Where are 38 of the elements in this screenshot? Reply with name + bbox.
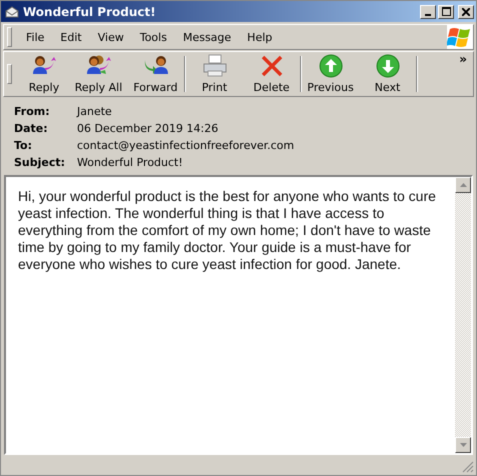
toolbar-button[interactable]: Reply bbox=[18, 52, 70, 96]
minimize-icon bbox=[425, 14, 431, 16]
menu-item[interactable]: View bbox=[90, 30, 132, 44]
menu-item[interactable]: File bbox=[18, 30, 52, 44]
header-label: To: bbox=[14, 139, 33, 152]
header-label: From: bbox=[14, 105, 51, 118]
maximize-icon bbox=[442, 7, 450, 16]
up-triangle-icon bbox=[460, 183, 466, 187]
minimize-button[interactable] bbox=[420, 4, 436, 18]
message-body: Hi, your wonderful product is the best for anyone who wants to cure yeast infection. The wonderful thing is that I have access to everything from the comfort of my own home; I don't have to waste time by going to my family doctor. Your guide is a must-have for everyone who wishes to cure yeast infection for good. Janete. bbox=[17, 187, 437, 274]
menu-item[interactable]: Help bbox=[239, 30, 280, 44]
scrollbar[interactable] bbox=[455, 177, 471, 453]
toolbar-button[interactable]: Reply All bbox=[70, 52, 127, 96]
scroll-down-button[interactable] bbox=[455, 437, 471, 453]
maximize-button[interactable] bbox=[438, 4, 454, 18]
scroll-up-button[interactable] bbox=[455, 177, 471, 193]
header-label: Subject: bbox=[14, 156, 66, 169]
close-button[interactable] bbox=[458, 4, 474, 18]
resize-grip-icon bbox=[462, 461, 474, 473]
toolbar-button[interactable]: Print bbox=[186, 52, 243, 96]
header-value: Janete bbox=[77, 105, 113, 118]
toolbar-button[interactable]: Next bbox=[359, 52, 416, 96]
header-value: contact@yeastinfectionfreeforever.com bbox=[77, 139, 296, 152]
menu-item[interactable]: Tools bbox=[132, 30, 175, 44]
close-icon bbox=[462, 8, 470, 16]
menu-item[interactable]: Message bbox=[174, 30, 240, 44]
header-label: Date: bbox=[14, 122, 49, 135]
header-value: 06 December 2019 14:26 bbox=[77, 122, 220, 135]
toolbar-button[interactable]: Previous bbox=[302, 52, 359, 96]
down-triangle-icon bbox=[460, 443, 466, 447]
printer-icon bbox=[202, 54, 228, 78]
header-value: Wonderful Product! bbox=[77, 156, 184, 169]
menu-item[interactable]: Edit bbox=[52, 30, 90, 44]
envelope-icon bbox=[5, 6, 19, 18]
toolbar-button[interactable]: Delete bbox=[243, 52, 300, 96]
more-button[interactable]: » bbox=[459, 52, 467, 66]
window-title: Wonderful Product! bbox=[23, 4, 157, 18]
toolbar-button[interactable]: Forward bbox=[127, 52, 184, 96]
